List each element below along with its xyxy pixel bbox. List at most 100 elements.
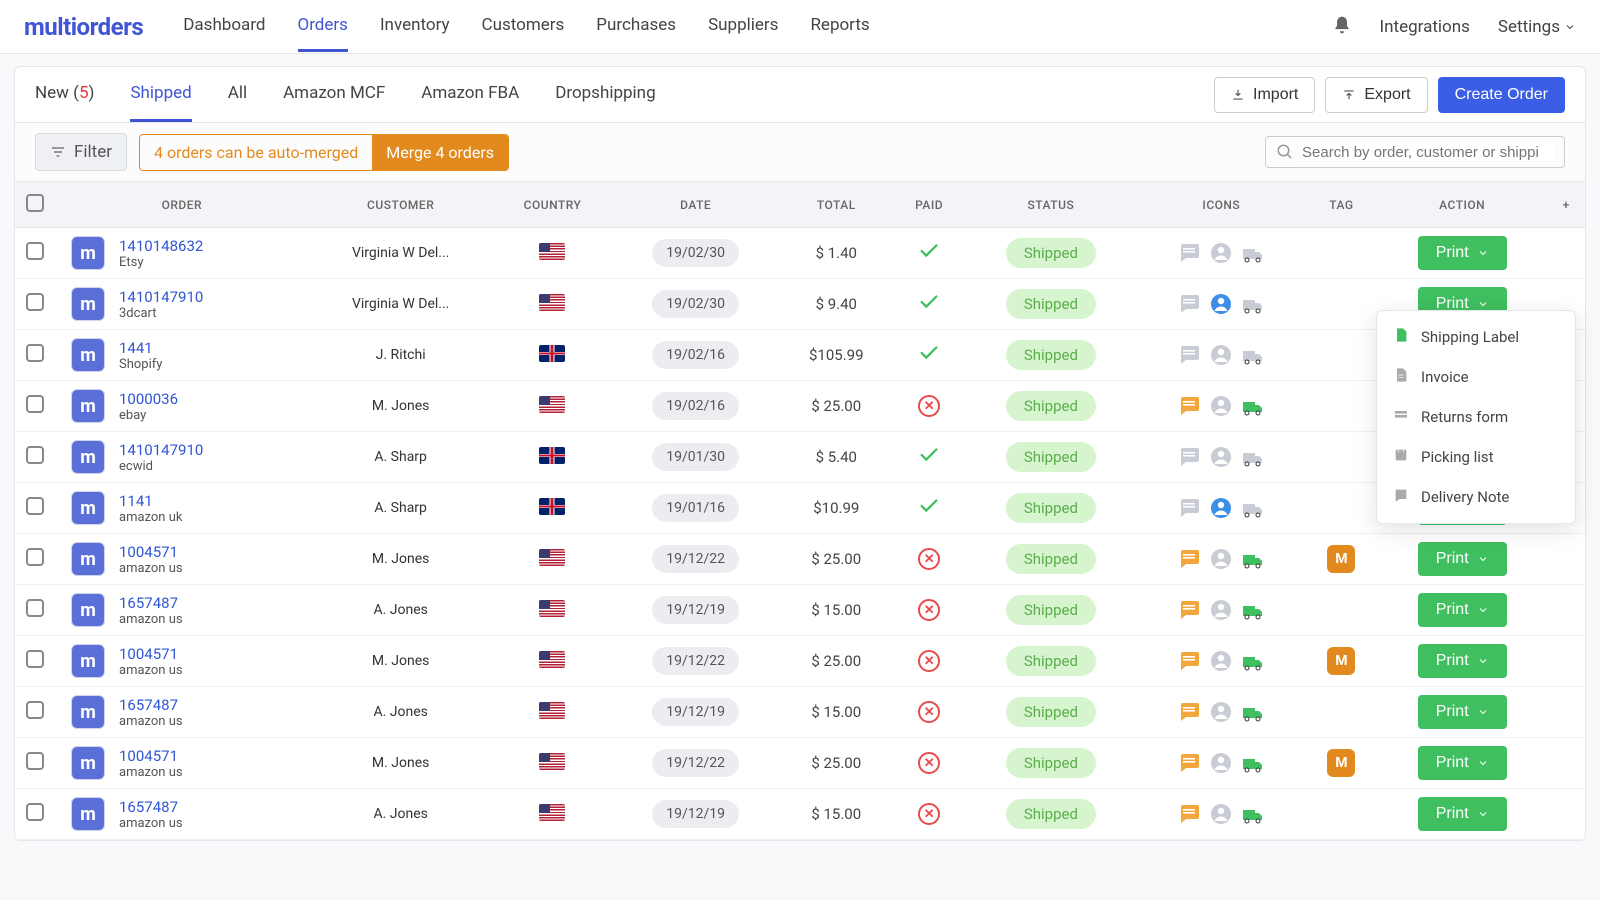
tag-badge[interactable]: M — [1327, 749, 1355, 777]
topnav-item-orders[interactable]: Orders — [298, 1, 348, 52]
customer-icon[interactable] — [1209, 241, 1233, 265]
topnav-item-dashboard[interactable]: Dashboard — [183, 1, 265, 52]
row-checkbox[interactable] — [26, 701, 44, 719]
import-button[interactable]: Import — [1214, 77, 1315, 113]
customer-icon[interactable] — [1209, 751, 1233, 775]
bell-icon[interactable] — [1332, 15, 1352, 39]
search-input[interactable] — [1302, 144, 1554, 161]
customer-icon[interactable] — [1209, 394, 1233, 418]
customer-icon[interactable] — [1209, 445, 1233, 469]
order-number-link[interactable]: 1657487 — [119, 696, 183, 714]
shipping-icon[interactable] — [1241, 649, 1265, 673]
shipping-icon[interactable] — [1241, 598, 1265, 622]
print-button[interactable]: Print — [1418, 542, 1507, 576]
col-+[interactable]: + — [1547, 182, 1585, 228]
dropdown-item-picking-list[interactable]: Picking list — [1377, 437, 1575, 477]
print-button[interactable]: Print — [1418, 797, 1507, 831]
topnav-item-reports[interactable]: Reports — [810, 1, 869, 52]
shipping-icon[interactable] — [1241, 751, 1265, 775]
customer-icon[interactable] — [1209, 598, 1233, 622]
print-button[interactable]: Print — [1418, 644, 1507, 678]
customer-icon[interactable] — [1209, 700, 1233, 724]
note-icon[interactable] — [1177, 445, 1201, 469]
dropdown-item-returns-form[interactable]: Returns form — [1377, 397, 1575, 437]
customer-icon[interactable] — [1209, 547, 1233, 571]
shipping-icon[interactable] — [1241, 241, 1265, 265]
topnav-item-suppliers[interactable]: Suppliers — [708, 1, 778, 52]
shipping-icon[interactable] — [1241, 394, 1265, 418]
shipping-icon[interactable] — [1241, 445, 1265, 469]
search-box[interactable] — [1265, 136, 1565, 168]
dropdown-item-invoice[interactable]: Invoice — [1377, 357, 1575, 397]
integrations-link[interactable]: Integrations — [1380, 17, 1470, 37]
export-button[interactable]: Export — [1325, 77, 1427, 113]
shipping-icon[interactable] — [1241, 700, 1265, 724]
order-number-link[interactable]: 1000036 — [119, 390, 178, 408]
subtab-dropshipping[interactable]: Dropshipping — [555, 67, 655, 122]
order-number-link[interactable]: 1657487 — [119, 798, 183, 816]
row-checkbox[interactable] — [26, 344, 44, 362]
row-checkbox[interactable] — [26, 395, 44, 413]
print-button[interactable]: Print — [1418, 593, 1507, 627]
row-checkbox[interactable] — [26, 752, 44, 770]
note-icon[interactable] — [1177, 394, 1201, 418]
subtab-all[interactable]: All — [228, 67, 247, 122]
order-number-link[interactable]: 1141 — [119, 492, 182, 510]
row-checkbox[interactable] — [26, 446, 44, 464]
customer-icon[interactable] — [1209, 292, 1233, 316]
shipping-icon[interactable] — [1241, 547, 1265, 571]
note-icon[interactable] — [1177, 547, 1201, 571]
subtab-amazon-mcf[interactable]: Amazon MCF — [283, 67, 385, 122]
col-checkbox[interactable] — [15, 182, 55, 228]
note-icon[interactable] — [1177, 700, 1201, 724]
note-icon[interactable] — [1177, 241, 1201, 265]
shipping-icon[interactable] — [1241, 343, 1265, 367]
row-checkbox[interactable] — [26, 599, 44, 617]
settings-link[interactable]: Settings — [1498, 17, 1576, 37]
row-checkbox[interactable] — [26, 497, 44, 515]
print-button[interactable]: Print — [1418, 695, 1507, 729]
row-checkbox[interactable] — [26, 242, 44, 260]
note-icon[interactable] — [1177, 496, 1201, 520]
note-icon[interactable] — [1177, 292, 1201, 316]
row-checkbox[interactable] — [26, 803, 44, 821]
order-number-link[interactable]: 1410147910 — [119, 288, 203, 306]
topnav-item-purchases[interactable]: Purchases — [596, 1, 676, 52]
print-button[interactable]: Print — [1418, 746, 1507, 780]
order-number-link[interactable]: 1441 — [119, 339, 162, 357]
customer-icon[interactable] — [1209, 343, 1233, 367]
order-number-link[interactable]: 1004571 — [119, 645, 183, 663]
note-icon[interactable] — [1177, 751, 1201, 775]
row-checkbox[interactable] — [26, 650, 44, 668]
note-icon[interactable] — [1177, 343, 1201, 367]
order-number-link[interactable]: 1410148632 — [119, 237, 203, 255]
create-order-button[interactable]: Create Order — [1438, 77, 1565, 113]
print-button[interactable]: Print — [1418, 236, 1507, 270]
note-icon[interactable] — [1177, 802, 1201, 826]
filter-button[interactable]: Filter — [35, 133, 127, 171]
customer-icon[interactable] — [1209, 802, 1233, 826]
tag-badge[interactable]: M — [1327, 545, 1355, 573]
merge-action-button[interactable]: Merge 4 orders — [372, 135, 508, 170]
shipping-icon[interactable] — [1241, 292, 1265, 316]
shipping-icon[interactable] — [1241, 496, 1265, 520]
dropdown-item-shipping-label[interactable]: Shipping Label — [1377, 317, 1575, 357]
note-icon[interactable] — [1177, 649, 1201, 673]
select-all-checkbox[interactable] — [26, 194, 44, 212]
row-checkbox[interactable] — [26, 548, 44, 566]
order-number-link[interactable]: 1004571 — [119, 747, 183, 765]
dropdown-item-delivery-note[interactable]: Delivery Note — [1377, 477, 1575, 517]
customer-icon[interactable] — [1209, 496, 1233, 520]
order-number-link[interactable]: 1657487 — [119, 594, 183, 612]
subtab-amazon-fba[interactable]: Amazon FBA — [421, 67, 519, 122]
subtab-shipped[interactable]: Shipped — [130, 67, 191, 122]
row-checkbox[interactable] — [26, 293, 44, 311]
subtab-new[interactable]: New (5) — [35, 67, 94, 122]
shipping-icon[interactable] — [1241, 802, 1265, 826]
tag-badge[interactable]: M — [1327, 647, 1355, 675]
order-number-link[interactable]: 1410147910 — [119, 441, 203, 459]
order-number-link[interactable]: 1004571 — [119, 543, 183, 561]
topnav-item-customers[interactable]: Customers — [482, 1, 565, 52]
note-icon[interactable] — [1177, 598, 1201, 622]
customer-icon[interactable] — [1209, 649, 1233, 673]
